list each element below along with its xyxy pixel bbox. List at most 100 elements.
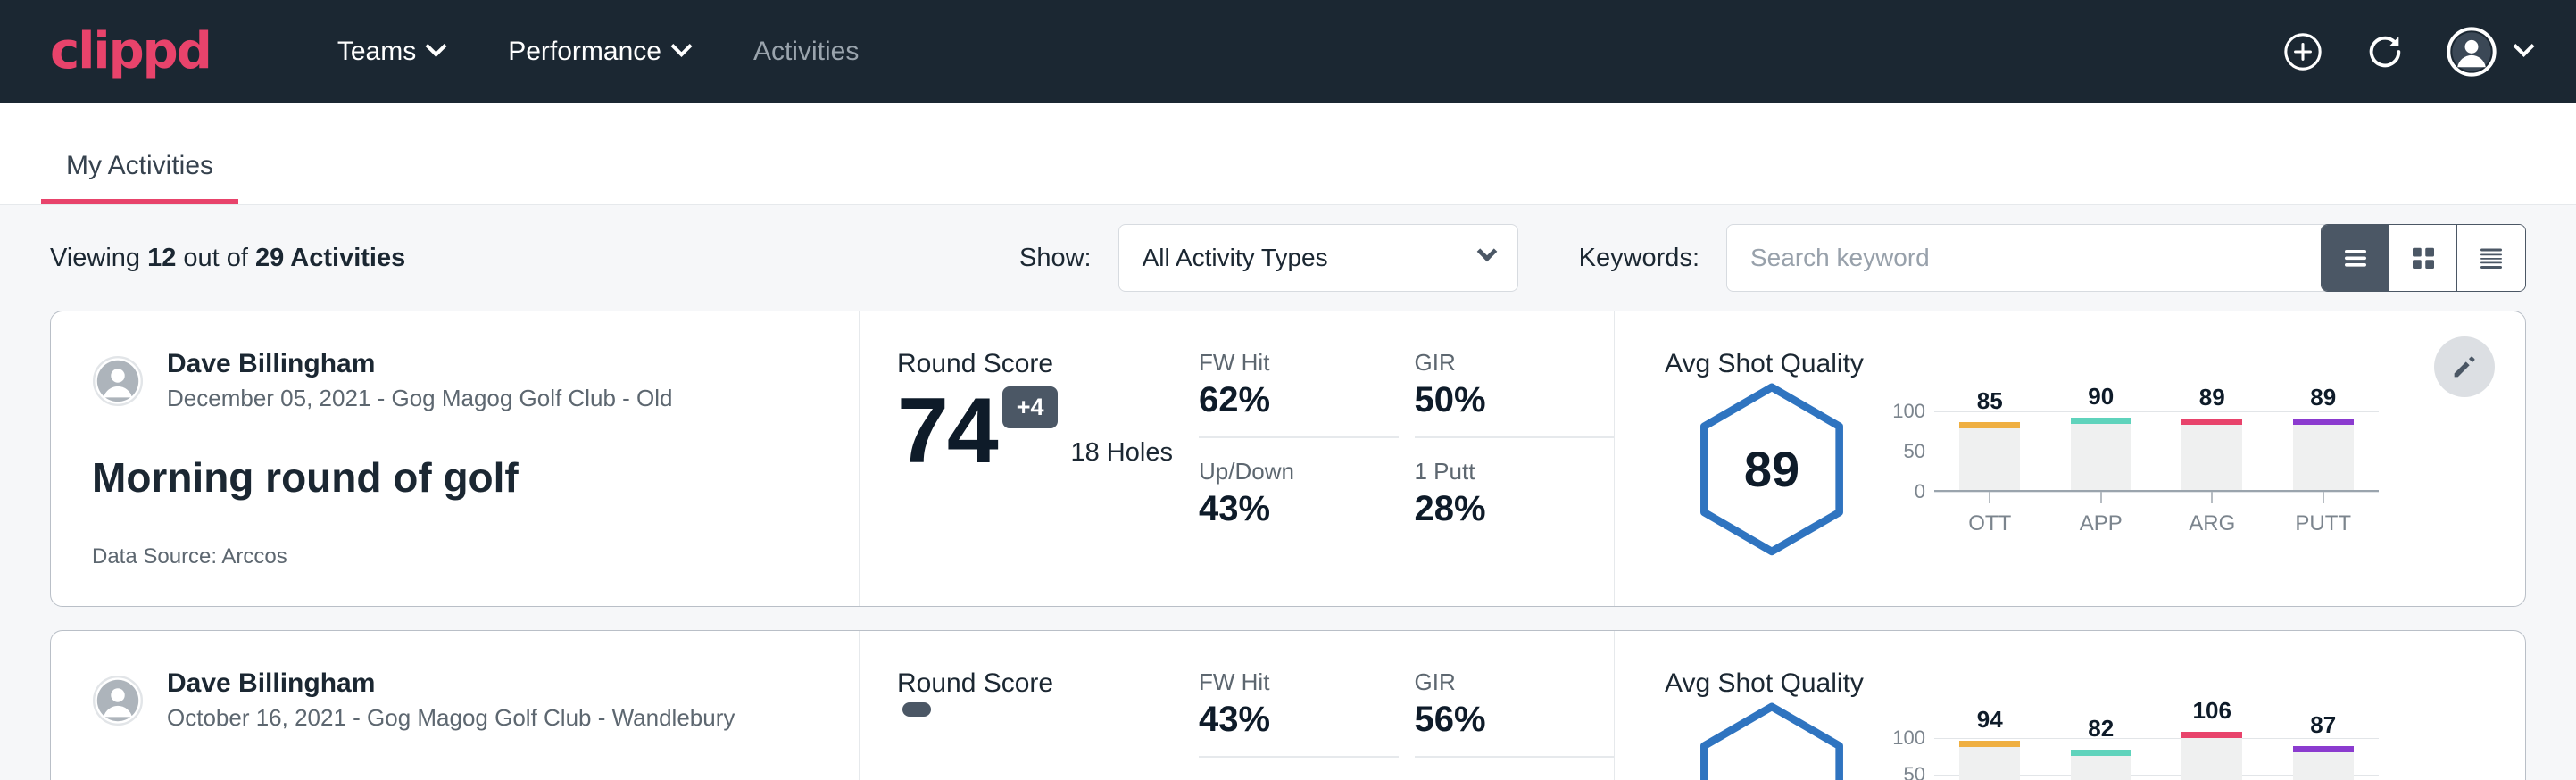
chart-bar-column: 82	[2071, 731, 2131, 780]
search-input[interactable]: Search keyword	[1726, 224, 2333, 292]
chevron-down-icon	[670, 36, 692, 57]
chart-bars: 85908989	[1934, 411, 2379, 490]
chart-bar-value-label: 85	[1977, 387, 2003, 415]
nav-item-teams[interactable]: Teams	[305, 37, 476, 67]
refresh-button[interactable]	[2364, 31, 2406, 72]
round-score-value: 74	[897, 383, 997, 480]
view-mode-grid-button[interactable]	[2389, 225, 2457, 291]
chart-x-tick	[2211, 492, 2213, 503]
activity-type-select[interactable]: All Activity Types	[1118, 224, 1518, 292]
round-score-block: Round Score	[860, 631, 1199, 780]
viewing-suffix: Activities	[284, 244, 405, 272]
activity-meta: December 05, 2021 - Gog Magog Golf Club …	[167, 385, 673, 412]
avg-shot-quality-label: Avg Shot Quality	[1665, 668, 2525, 699]
avg-shot-quality-block: Avg Shot Quality 89 05010085908989OTTAPP…	[1615, 311, 2525, 606]
chevron-down-icon	[426, 36, 447, 57]
tab-strip: My Activities	[0, 103, 2576, 205]
chart-bar-column: 85	[1959, 411, 2020, 490]
top-navigation-bar: clippd Teams Performance Activities	[0, 0, 2576, 103]
chart-plot-area: 050100948210687	[1934, 731, 2379, 780]
activity-summary: Dave Billingham December 05, 2021 - Gog …	[51, 311, 860, 606]
edit-activity-button[interactable]	[2434, 336, 2495, 397]
chart-bar	[2293, 419, 2354, 490]
stat-value: 62%	[1199, 380, 1368, 420]
chart-bar-value-label: 87	[2310, 711, 2336, 739]
chart-bar	[1959, 422, 2020, 491]
chart-bar	[2181, 419, 2242, 490]
quality-hexagon-wrap	[1665, 701, 1879, 780]
chart-bar-column: 89	[2181, 411, 2242, 490]
activity-type-select-value: All Activity Types	[1143, 244, 1328, 272]
chart-bar-column: 94	[1959, 731, 2020, 780]
stat-value: 56%	[1415, 700, 1584, 740]
nav-item-performance[interactable]: Performance	[476, 37, 721, 67]
chart-bar	[2293, 746, 2354, 780]
nav-item-performance-label: Performance	[508, 37, 661, 67]
quality-hexagon	[1695, 701, 1849, 780]
grid-view-icon	[2407, 242, 2439, 274]
nav-item-activities[interactable]: Activities	[721, 37, 891, 67]
chart-plot-area: 05010085908989	[1934, 411, 2379, 492]
stat-fw-hit: FW Hit 62%	[1199, 349, 1399, 438]
compact-view-icon	[2475, 242, 2507, 274]
chart-bar-value-label: 94	[1977, 706, 2003, 734]
round-stats: FW Hit 43% GIR 56%	[1199, 631, 1615, 780]
chart-x-label: PUTT	[2293, 511, 2354, 536]
chart-bars: 948210687	[1934, 731, 2379, 780]
activity-summary: Dave Billingham October 16, 2021 - Gog M…	[51, 631, 860, 780]
activity-card[interactable]: Dave Billingham October 16, 2021 - Gog M…	[50, 630, 2526, 780]
nav-item-teams-label: Teams	[337, 37, 416, 67]
chart-bar-value-label: 82	[2088, 715, 2114, 743]
viewing-count-text: Viewing 12 out of 29 Activities	[50, 244, 405, 273]
activity-title: Morning round of golf	[92, 453, 818, 502]
chart-bar-column: 87	[2293, 731, 2354, 780]
stat-label: FW Hit	[1199, 668, 1368, 696]
round-score-badge: +4	[1002, 386, 1059, 428]
stat-label: FW Hit	[1199, 349, 1368, 377]
account-menu-button[interactable]	[2447, 27, 2531, 77]
view-mode-compact-button[interactable]	[2457, 225, 2525, 291]
chart-x-labels: OTTAPPARGPUTT	[1934, 511, 2379, 536]
person-row: Dave Billingham October 16, 2021 - Gog M…	[92, 668, 818, 732]
clippd-logo[interactable]: clippd	[50, 27, 211, 77]
main-nav: Teams Performance Activities	[305, 37, 891, 67]
avg-shot-quality-block: Avg Shot Quality 050100948210687OTTAPPAR…	[1615, 631, 2525, 780]
stat-label: Up/Down	[1199, 458, 1368, 485]
round-score-label: Round Score	[897, 349, 1199, 379]
person-name: Dave Billingham	[167, 668, 735, 699]
refresh-icon	[2364, 31, 2406, 72]
stat-value: 43%	[1199, 700, 1368, 740]
round-score-row: 74 +4 18 Holes	[897, 383, 1199, 480]
chart-bar-column: 89	[2293, 411, 2354, 490]
top-bar-actions	[2282, 0, 2531, 103]
person-name: Dave Billingham	[167, 349, 673, 379]
stat-one-putt: 1 Putt 28%	[1415, 458, 1615, 529]
avg-shot-quality-label: Avg Shot Quality	[1665, 349, 2525, 379]
pencil-icon	[2449, 352, 2480, 382]
chart-x-tick	[2323, 492, 2324, 503]
chart-x-tick	[1989, 492, 1990, 503]
keywords-label: Keywords:	[1579, 244, 1699, 273]
activity-list: Dave Billingham December 05, 2021 - Gog …	[0, 311, 2576, 780]
viewing-middle: out of	[176, 244, 255, 272]
chart-y-tick-label: 0	[1915, 480, 1925, 503]
tab-my-activities[interactable]: My Activities	[41, 151, 238, 204]
toolbar-filters: Show: All Activity Types Keywords: Searc…	[1019, 224, 2333, 292]
activity-meta: October 16, 2021 - Gog Magog Golf Club -…	[167, 704, 735, 732]
activity-card[interactable]: Dave Billingham December 05, 2021 - Gog …	[50, 311, 2526, 607]
viewing-prefix: Viewing	[50, 244, 147, 272]
round-holes: 18 Holes	[1070, 438, 1172, 468]
stat-fw-hit: FW Hit 43%	[1199, 668, 1399, 758]
viewing-count: 12	[147, 244, 176, 272]
stat-gir: GIR 50%	[1415, 349, 1615, 438]
quality-hexagon: 89	[1695, 381, 1849, 556]
avatar	[92, 355, 144, 407]
chart-x-tick-wrap	[2181, 492, 2242, 503]
chart-x-tick-wrap	[2293, 492, 2354, 503]
avg-shot-quality-body: 050100948210687OTTAPPARGPUTT	[1665, 701, 2525, 780]
chart-bar	[2071, 750, 2131, 780]
chart-x-tick-wrap	[1959, 492, 2020, 503]
plus-circle-icon	[2282, 31, 2323, 72]
add-activity-button[interactable]	[2282, 31, 2323, 72]
view-mode-list-button[interactable]	[2322, 225, 2389, 291]
